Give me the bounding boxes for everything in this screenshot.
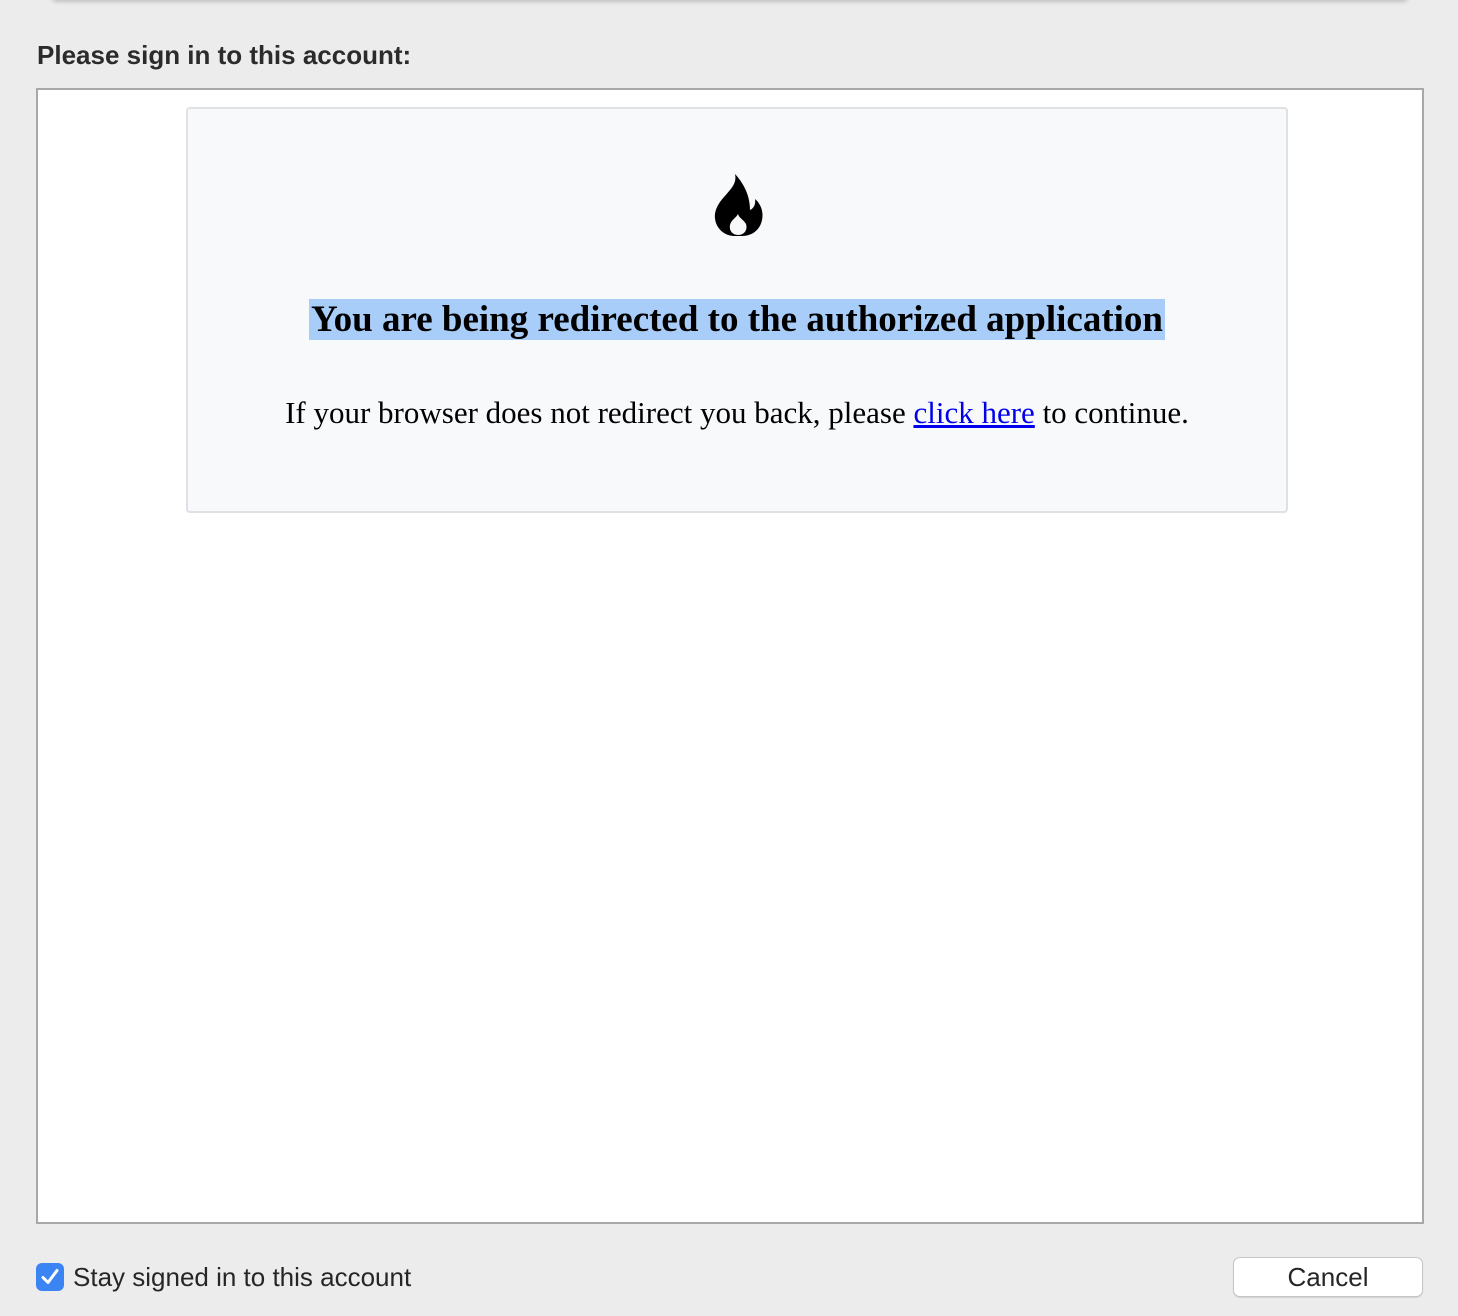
redirect-heading: You are being redirected to the authoriz… [188,297,1286,343]
stay-signed-in-option[interactable]: Stay signed in to this account [36,1262,411,1292]
message-before-link: If your browser does not redirect you ba… [285,395,914,430]
redirect-card: You are being redirected to the authoriz… [186,107,1288,513]
cancel-button[interactable]: Cancel [1233,1257,1423,1297]
click-here-link[interactable]: click here [913,395,1034,430]
selected-heading-text: You are being redirected to the authoriz… [309,299,1165,340]
stay-signed-in-checkbox[interactable] [36,1263,64,1291]
fire-icon [714,174,763,236]
dialog-title: Please sign in to this account: [37,40,412,70]
stay-signed-in-label: Stay signed in to this account [73,1261,412,1292]
message-after-link: to continue. [1034,395,1189,430]
redirect-message: If your browser does not redirect you ba… [188,395,1286,431]
checkmark-icon [41,1269,59,1284]
web-view-frame: You are being redirected to the authoriz… [36,88,1424,1224]
